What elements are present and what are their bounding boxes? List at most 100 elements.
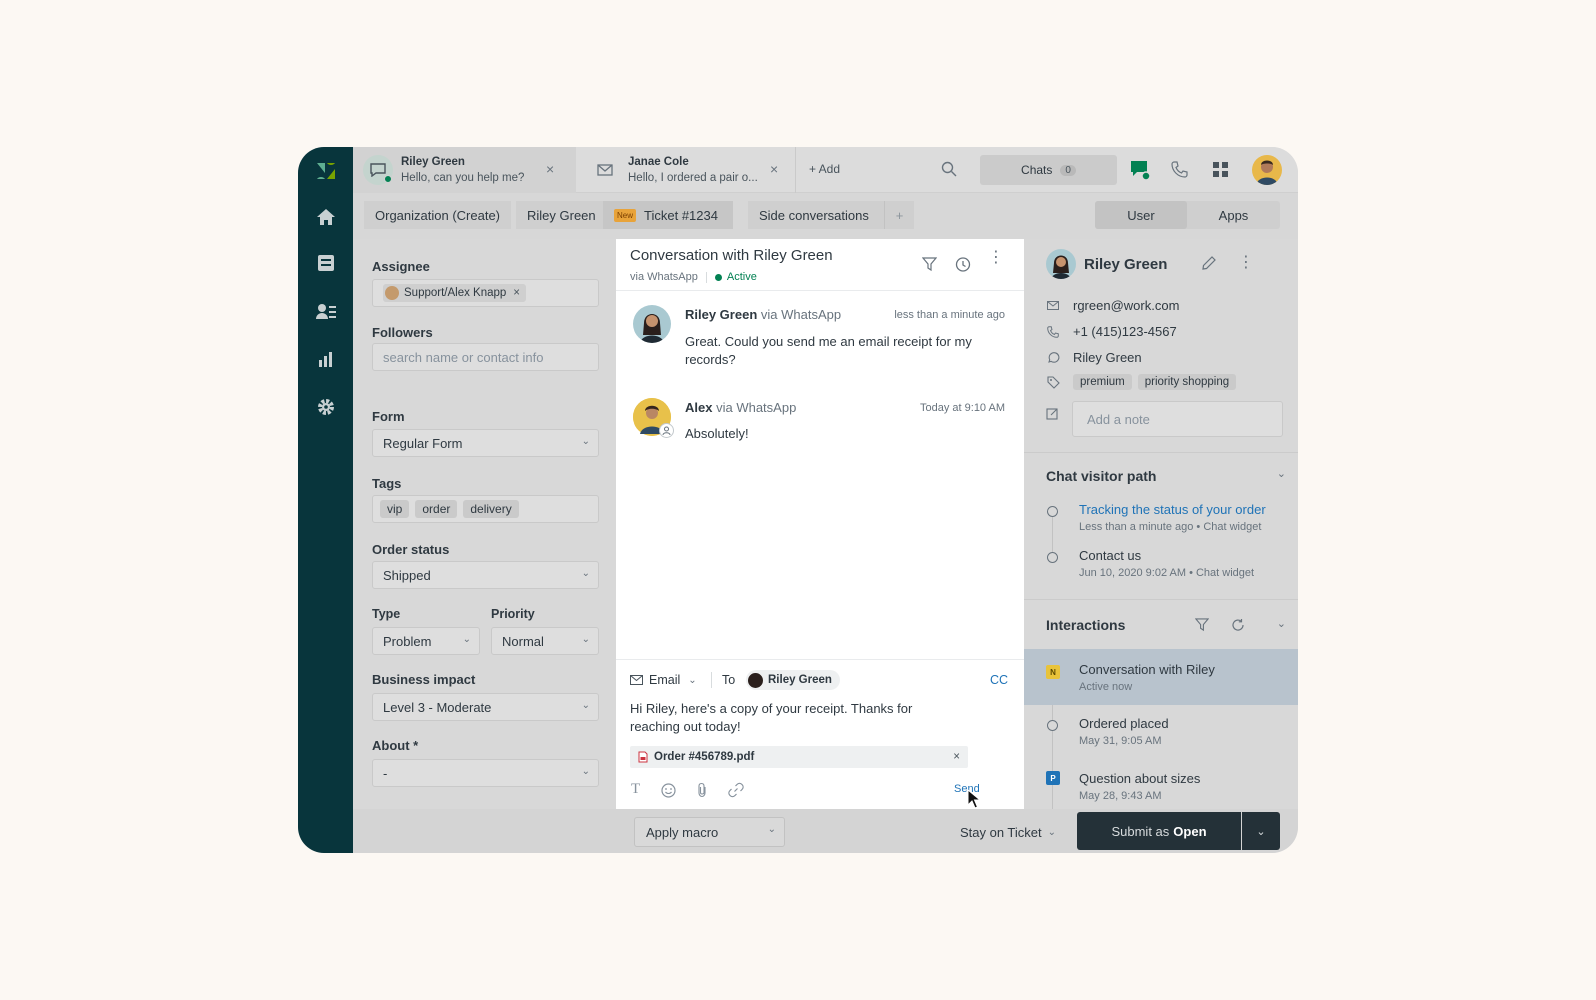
settings-gear-icon[interactable] bbox=[298, 387, 353, 427]
reporting-icon[interactable] bbox=[298, 339, 353, 379]
interactions-title: Interactions bbox=[1046, 617, 1126, 633]
submit-button[interactable]: Submit as Open bbox=[1077, 812, 1241, 850]
reply-body[interactable]: Hi Riley, here's a copy of your receipt.… bbox=[630, 700, 950, 736]
stay-on-ticket-select[interactable]: Stay on Ticket ⌄ bbox=[953, 817, 1063, 847]
customers-icon[interactable] bbox=[298, 291, 353, 331]
link-icon[interactable] bbox=[728, 782, 744, 801]
chats-label: Chats bbox=[1021, 163, 1053, 177]
message-via: via WhatsApp bbox=[760, 307, 842, 322]
chat-bubble-icon bbox=[363, 155, 393, 185]
tag-icon bbox=[1046, 375, 1060, 389]
chats-button[interactable]: Chats 0 bbox=[980, 155, 1117, 185]
submit-options-chevron-down-icon[interactable]: ⌄ bbox=[1242, 812, 1280, 850]
form-label: Form bbox=[372, 409, 405, 424]
top-tab-bar: Riley Green Hello, can you help me? × Ja… bbox=[353, 147, 1298, 193]
chat-status-icon[interactable] bbox=[1130, 160, 1151, 183]
home-icon[interactable] bbox=[298, 197, 353, 237]
note-icon bbox=[1046, 407, 1059, 423]
conversation-status: Active bbox=[726, 271, 757, 283]
submit-status: Open bbox=[1173, 823, 1207, 839]
apps-grid-icon[interactable] bbox=[1213, 162, 1228, 180]
order-status-select[interactable]: Shipped ⌄ bbox=[372, 561, 599, 589]
interaction-item[interactable]: P Question about sizes May 28, 9:43 AM bbox=[1024, 761, 1298, 809]
add-tab-button[interactable]: + Add bbox=[809, 162, 840, 176]
attachment-paperclip-icon[interactable] bbox=[697, 782, 707, 801]
message-time: less than a minute ago bbox=[894, 309, 1005, 321]
chevron-down-icon: ⌄ bbox=[581, 634, 590, 645]
tag-chip[interactable]: order bbox=[415, 500, 458, 518]
close-tab-icon[interactable]: × bbox=[770, 161, 778, 177]
assignee-field[interactable]: Support/Alex Knapp × bbox=[372, 279, 599, 307]
user-context-panel: Riley Green ⋮ rgreen@work.com +1 (415)12… bbox=[1024, 239, 1298, 809]
submit-prefix: Submit as bbox=[1111, 823, 1170, 839]
user-tag[interactable]: priority shopping bbox=[1137, 374, 1237, 390]
business-impact-label: Business impact bbox=[372, 672, 476, 687]
about-select[interactable]: - ⌄ bbox=[372, 759, 599, 787]
tags-field[interactable]: vip order delivery bbox=[372, 495, 599, 523]
phone-icon bbox=[1046, 325, 1060, 338]
attachment-chip[interactable]: Order #456789.pdf × bbox=[630, 746, 968, 768]
user-email[interactable]: rgreen@work.com bbox=[1073, 298, 1179, 313]
chevron-down-icon[interactable]: ⌄ bbox=[1277, 617, 1286, 630]
type-select[interactable]: Problem ⌄ bbox=[372, 627, 480, 655]
recipient-chip[interactable]: Riley Green bbox=[746, 670, 840, 690]
history-icon[interactable] bbox=[954, 256, 971, 276]
tab-user-panel[interactable]: User bbox=[1095, 201, 1187, 229]
tab-organization[interactable]: Organization (Create) bbox=[364, 201, 511, 229]
add-note-input[interactable]: Add a note bbox=[1072, 401, 1283, 437]
interaction-item-selected[interactable]: N Conversation with Riley Active now bbox=[1024, 649, 1298, 705]
user-whatsapp-row: Riley Green bbox=[1046, 350, 1142, 365]
filter-icon[interactable] bbox=[921, 257, 938, 275]
main-nav bbox=[298, 147, 353, 853]
user-name: Riley Green bbox=[1084, 256, 1168, 273]
user-tag[interactable]: premium bbox=[1073, 374, 1132, 390]
visitor-path-link[interactable]: Tracking the status of your order bbox=[1079, 502, 1266, 517]
form-select[interactable]: Regular Form ⌄ bbox=[372, 429, 599, 457]
tag-chip[interactable]: vip bbox=[380, 500, 410, 518]
tab-user[interactable]: Riley Green bbox=[516, 201, 607, 229]
chevron-down-icon: ⌄ bbox=[581, 766, 590, 777]
zendesk-logo-icon[interactable] bbox=[298, 151, 353, 191]
pdf-file-icon bbox=[638, 751, 648, 763]
tab-riley-green[interactable]: Riley Green Hello, can you help me? × bbox=[353, 147, 576, 193]
remove-assignee-icon[interactable]: × bbox=[513, 287, 520, 299]
business-impact-select[interactable]: Level 3 - Moderate ⌄ bbox=[372, 693, 599, 721]
agent-badge-icon bbox=[659, 423, 674, 438]
followers-input[interactable]: search name or contact info bbox=[372, 343, 599, 371]
whatsapp-icon bbox=[1046, 351, 1060, 364]
chevron-down-icon: ⌄ bbox=[767, 824, 776, 835]
tags-label: Tags bbox=[372, 476, 402, 491]
channel-selector[interactable]: Email ⌄ bbox=[630, 673, 697, 687]
views-icon[interactable] bbox=[298, 243, 353, 283]
more-options-icon[interactable]: ⋮ bbox=[988, 250, 1004, 266]
search-icon[interactable] bbox=[941, 161, 957, 180]
apply-macro-select[interactable]: Apply macro ⌄ bbox=[634, 817, 785, 847]
visitor-path-title: Chat visitor path bbox=[1046, 468, 1157, 484]
phone-icon[interactable] bbox=[1171, 161, 1188, 181]
type-label: Type bbox=[372, 607, 401, 621]
conversation-panel: Conversation with Riley Green via WhatsA… bbox=[616, 239, 1024, 809]
cc-button[interactable]: CC bbox=[990, 673, 1008, 687]
refresh-icon[interactable] bbox=[1231, 618, 1245, 635]
interaction-item[interactable]: Ordered placed May 31, 9:05 AM bbox=[1024, 705, 1298, 761]
edit-pencil-icon[interactable] bbox=[1201, 255, 1217, 274]
priority-select[interactable]: Normal ⌄ bbox=[491, 627, 599, 655]
agent-avatar[interactable] bbox=[1252, 155, 1282, 185]
tag-chip[interactable]: delivery bbox=[463, 500, 519, 518]
assignee-value: Support/Alex Knapp bbox=[404, 287, 507, 299]
tab-side-conversations[interactable]: Side conversations bbox=[748, 201, 884, 229]
text-format-icon[interactable]: T bbox=[631, 781, 640, 798]
tab-apps-panel[interactable]: Apps bbox=[1187, 201, 1280, 229]
tab-ticket[interactable]: New Ticket #1234 bbox=[603, 201, 733, 229]
tab-janae-cole[interactable]: Janae Cole Hello, I ordered a pair o... … bbox=[576, 147, 796, 193]
emoji-icon[interactable] bbox=[661, 783, 676, 801]
filter-icon[interactable] bbox=[1194, 618, 1210, 635]
more-options-icon[interactable]: ⋮ bbox=[1238, 252, 1254, 272]
business-impact-value: Level 3 - Moderate bbox=[383, 699, 492, 715]
add-side-conversation-button[interactable]: + bbox=[884, 201, 914, 229]
chevron-down-icon[interactable]: ⌄ bbox=[1277, 467, 1286, 480]
remove-attachment-icon[interactable]: × bbox=[953, 751, 960, 763]
close-tab-icon[interactable]: × bbox=[546, 161, 554, 177]
user-phone[interactable]: +1 (415)123-4567 bbox=[1073, 324, 1177, 339]
mail-icon bbox=[1046, 301, 1060, 310]
